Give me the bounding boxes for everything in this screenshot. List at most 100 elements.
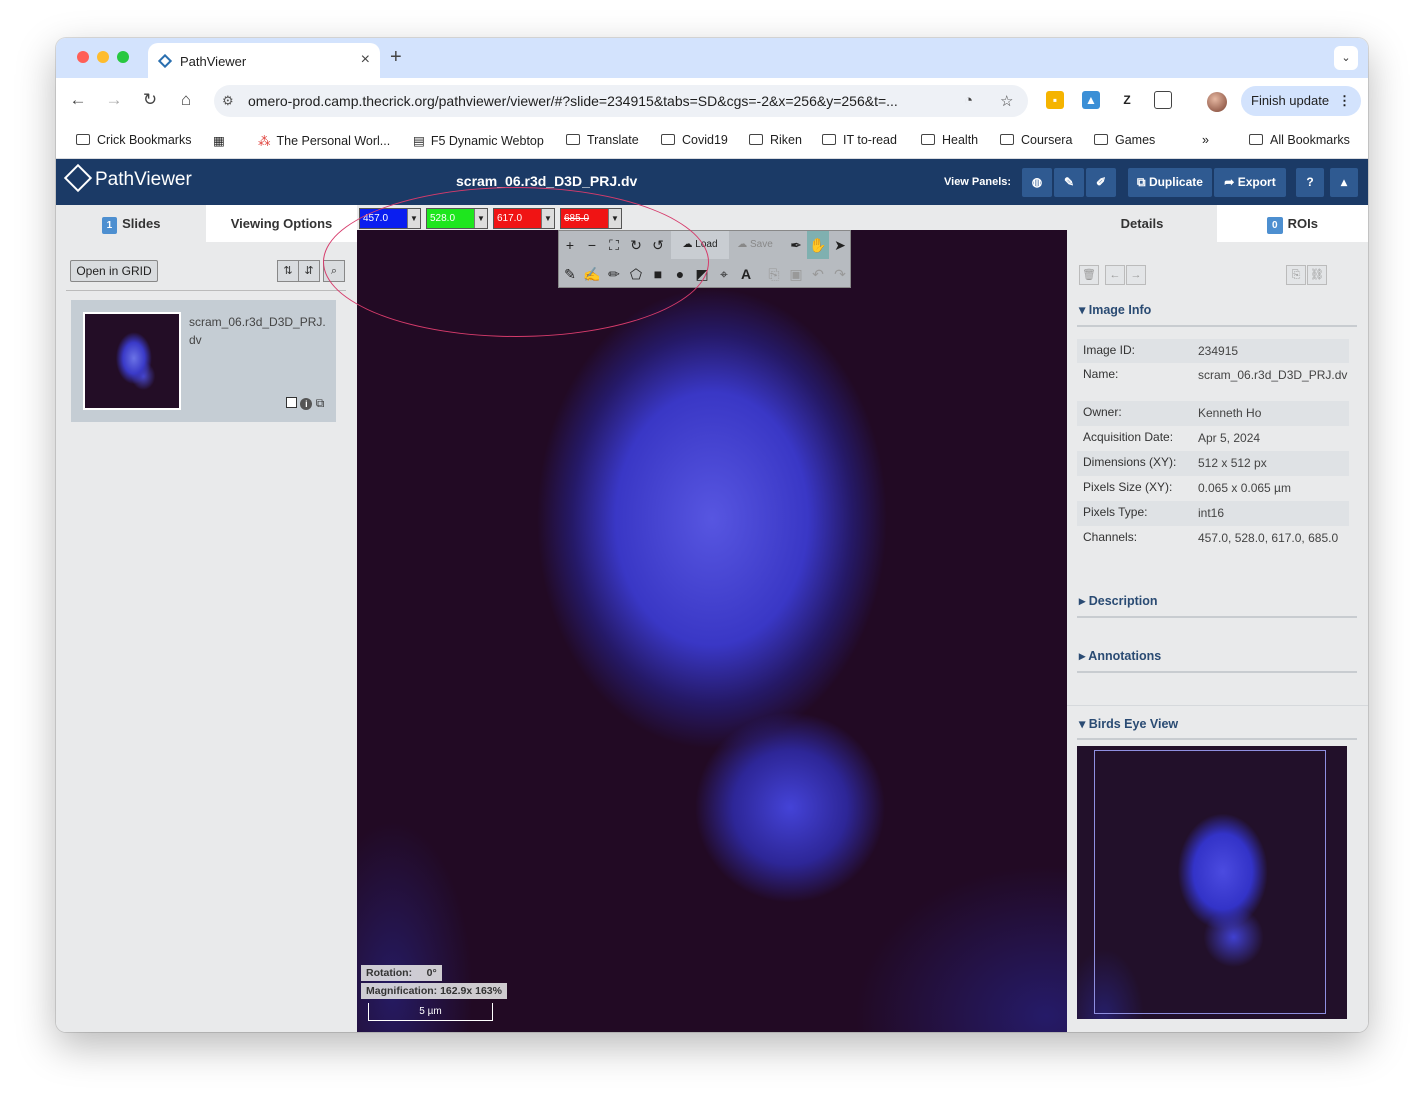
url-text[interactable]: omero-prod.camp.thecrick.org/pathviewer/… xyxy=(248,93,948,109)
redo-icon[interactable]: ↷ xyxy=(829,260,851,288)
open-external-icon[interactable]: ⧉ xyxy=(316,396,325,410)
tab-details[interactable]: Details xyxy=(1067,205,1217,242)
bookmark-f5[interactable]: ▤ F5 Dynamic Webtop xyxy=(413,133,544,148)
logo-diamond-icon xyxy=(63,163,93,193)
help-button[interactable]: ? xyxy=(1296,168,1324,197)
wrench-panel-button[interactable]: ✎ xyxy=(1054,168,1084,197)
pointer-icon[interactable]: ➤ xyxy=(829,231,851,259)
open-in-grid-button[interactable]: Open in GRID xyxy=(70,260,158,282)
annotations-header[interactable]: ▸ Annotations xyxy=(1079,648,1161,663)
duplicate-button[interactable]: ⧉ Duplicate xyxy=(1128,168,1212,197)
microscopy-image[interactable] xyxy=(357,230,1067,1032)
folder-icon xyxy=(1094,134,1108,145)
info-icon[interactable]: i xyxy=(300,398,313,410)
bookmark-covid19[interactable]: Covid19 xyxy=(661,133,728,147)
forward-icon[interactable]: → xyxy=(103,90,125,110)
previous-icon[interactable]: ← xyxy=(1105,265,1125,285)
new-tab-button[interactable]: + xyxy=(390,46,402,69)
slides-count-badge: 1 xyxy=(101,217,118,234)
right-panel: Details 0 ROIs 🗑 ← → ⎘ ⛓ ▾ Image Info Ima… xyxy=(1067,205,1368,1032)
tab-rois[interactable]: 0 ROIs xyxy=(1217,205,1368,242)
bookmark-personal-world[interactable]: ⁂ The Personal Worl... xyxy=(258,133,390,148)
text-tool-icon[interactable]: A xyxy=(735,260,757,288)
reload-icon[interactable]: ↻ xyxy=(139,90,161,110)
bookmark-games[interactable]: Games xyxy=(1094,133,1155,147)
pathviewer-favicon-icon xyxy=(158,54,172,68)
copy-icon[interactable]: ⎘ xyxy=(1286,265,1306,285)
wrench-icon: ✎ xyxy=(1063,175,1075,189)
pan-hand-icon[interactable]: ✋ xyxy=(807,231,829,259)
sort-ascending-icon[interactable]: ⇅ xyxy=(277,260,299,282)
document-icon: ▤ xyxy=(413,134,425,148)
eyedropper-icon[interactable]: ✒ xyxy=(785,231,807,259)
info-row-pixel-size: Pixels Size (XY): 0.065 x 0.065 µm xyxy=(1083,480,1291,495)
bookmark-it-to-read[interactable]: IT to-read xyxy=(822,133,897,147)
link-icon[interactable]: ⛓ xyxy=(1307,265,1327,285)
browser-tab[interactable]: PathViewer × xyxy=(148,43,380,78)
tab-slides[interactable]: 1 Slides xyxy=(56,205,206,242)
back-icon[interactable]: ← xyxy=(67,90,89,110)
bookmark-coursera[interactable]: Coursera xyxy=(1000,133,1072,147)
sort-descending-icon[interactable]: ⇵ xyxy=(298,260,320,282)
slide-select-checkbox[interactable] xyxy=(286,397,297,408)
bookmark-star-icon[interactable]: ☆ xyxy=(1000,92,1013,110)
divider xyxy=(1077,738,1357,740)
address-bar[interactable]: ⚙ omero-prod.camp.thecrick.org/pathviewe… xyxy=(214,85,1028,117)
slide-thumbnail[interactable] xyxy=(83,312,181,410)
divider xyxy=(1077,671,1357,673)
undo-icon[interactable]: ↶ xyxy=(807,260,829,288)
site-info-icon[interactable]: ⚙ xyxy=(222,93,234,109)
folder-icon xyxy=(749,134,763,145)
bookmarks-overflow-button[interactable]: » xyxy=(1202,133,1209,147)
brush-panel-button[interactable]: ✐ xyxy=(1086,168,1116,197)
home-icon[interactable]: ⌂ xyxy=(175,90,197,110)
view-panels-label: View Panels: xyxy=(944,176,1012,188)
tab-search-icon[interactable]: ⌄ xyxy=(1334,46,1358,70)
slide-actions: i ⧉ xyxy=(286,396,324,411)
birds-eye-view[interactable] xyxy=(1077,746,1347,1019)
point-marker-icon[interactable]: ⌖ xyxy=(713,260,735,288)
divider xyxy=(1067,705,1368,706)
description-header[interactable]: ▸ Description xyxy=(1079,593,1158,608)
apps-grid-icon[interactable]: ▦ xyxy=(213,133,225,148)
bookmark-translate[interactable]: Translate xyxy=(566,133,639,147)
export-button[interactable]: ➦ Export xyxy=(1214,168,1286,197)
minimize-window-button[interactable] xyxy=(97,51,109,63)
bookmark-health[interactable]: Health xyxy=(921,133,978,147)
divider xyxy=(1077,325,1357,327)
external-link-icon: ⧉ xyxy=(1137,175,1149,189)
viewport-frame[interactable] xyxy=(1094,750,1326,1014)
profile-avatar[interactable] xyxy=(1207,92,1227,112)
save-button[interactable]: ☁ Save xyxy=(731,231,779,259)
extension-icon[interactable]: ▪ xyxy=(1046,91,1064,109)
collapse-icon: ▴ xyxy=(1340,175,1348,189)
info-row-pixel-type: Pixels Type: int16 xyxy=(1077,501,1349,526)
share-arrow-icon: ➦ xyxy=(1224,175,1238,189)
birds-eye-header[interactable]: ▾ Birds Eye View xyxy=(1079,716,1178,731)
slide-card[interactable]: scram_06.r3d_D3D_PRJ.dv i ⧉ xyxy=(71,300,336,422)
performance-icon[interactable]: ◔ xyxy=(964,92,973,109)
all-bookmarks[interactable]: All Bookmarks xyxy=(1249,133,1350,147)
globe-panel-button[interactable]: ◍ xyxy=(1022,168,1052,197)
delete-icon[interactable]: 🗑 xyxy=(1079,265,1099,285)
maximize-window-button[interactable] xyxy=(117,51,129,63)
app-header: PathViewer scram_06.r3d_D3D_PRJ.dv View … xyxy=(56,159,1368,205)
finish-update-button[interactable]: Finish update ⋮ xyxy=(1241,86,1361,116)
info-row-channels: Channels: 457.0, 528.0, 617.0, 685.0 xyxy=(1083,530,1339,545)
image-title: scram_06.r3d_D3D_PRJ.dv xyxy=(456,173,638,189)
next-icon[interactable]: → xyxy=(1126,265,1146,285)
zotero-extension-icon[interactable]: Z xyxy=(1118,91,1136,109)
bookmark-riken[interactable]: Riken xyxy=(749,133,802,147)
copy-icon[interactable]: ⎘ xyxy=(763,260,785,288)
paste-icon[interactable]: ▣ xyxy=(785,260,807,288)
image-info-header[interactable]: ▾ Image Info xyxy=(1079,302,1151,317)
bookmarks-bar: Crick Bookmarks ▦ ⁂ The Personal Worl... … xyxy=(56,124,1368,159)
close-tab-icon[interactable]: × xyxy=(361,51,370,69)
globe-icon: ◍ xyxy=(1031,175,1043,189)
extension-icon[interactable]: ▲ xyxy=(1082,91,1100,109)
close-window-button[interactable] xyxy=(77,51,89,63)
folder-icon xyxy=(661,134,675,145)
extensions-puzzle-icon[interactable] xyxy=(1154,91,1172,109)
bookmark-crick[interactable]: Crick Bookmarks xyxy=(76,133,191,147)
collapse-header-button[interactable]: ▴ xyxy=(1330,168,1358,197)
